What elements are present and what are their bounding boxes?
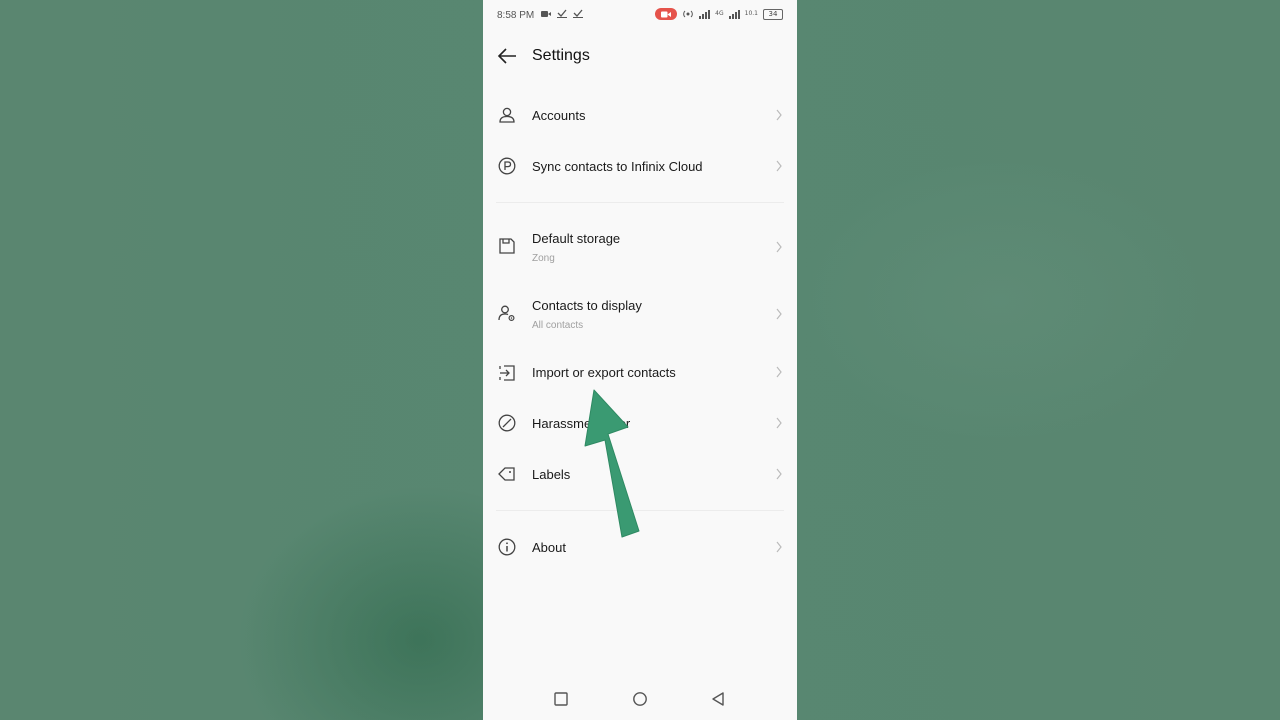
chevron-right-icon bbox=[776, 366, 782, 378]
chevron-right-icon bbox=[776, 109, 782, 121]
back-nav-button[interactable] bbox=[709, 690, 727, 708]
settings-item-label: Accounts bbox=[532, 108, 586, 123]
settings-item-sublabel: Zong bbox=[532, 253, 555, 264]
section-divider bbox=[496, 510, 784, 511]
chevron-right-icon bbox=[776, 468, 782, 480]
status-time: 8:58 PM bbox=[497, 10, 535, 21]
settings-item-import-export[interactable]: Import or export contacts bbox=[483, 355, 797, 391]
app-header: Settings bbox=[483, 36, 797, 76]
settings-item-label: Default storage bbox=[532, 231, 621, 246]
settings-item-label: Harassment filter bbox=[532, 416, 631, 431]
settings-item-contacts-display[interactable]: Contacts to display All contacts bbox=[483, 289, 797, 339]
chevron-right-icon bbox=[776, 160, 782, 172]
hotspot-icon bbox=[683, 10, 693, 18]
cloud-p-icon bbox=[498, 157, 516, 175]
signal-icon bbox=[728, 9, 740, 19]
record-icon bbox=[661, 11, 672, 17]
chevron-right-icon bbox=[776, 417, 782, 429]
phone-screen: 8:58 PM 4G 10.1 34 Settings Accounts Syn… bbox=[483, 0, 797, 720]
arrow-left-icon[interactable] bbox=[496, 46, 518, 66]
check-icon bbox=[557, 9, 567, 18]
home-button[interactable] bbox=[631, 690, 649, 708]
check-icon bbox=[573, 9, 583, 18]
page-title: Settings bbox=[532, 47, 590, 64]
camera-icon bbox=[541, 10, 551, 17]
battery-icon: 34 bbox=[763, 8, 783, 20]
system-nav-bar bbox=[483, 680, 797, 720]
network-type-label: 4G bbox=[715, 10, 724, 17]
settings-item-harassment-filter[interactable]: Harassment filter bbox=[483, 406, 797, 442]
settings-item-sublabel: All contacts bbox=[532, 320, 584, 331]
record-indicator bbox=[655, 8, 678, 20]
data-speed-label: 10.1 bbox=[744, 10, 758, 17]
settings-item-labels[interactable]: Labels bbox=[483, 457, 797, 493]
block-icon bbox=[498, 414, 516, 432]
settings-item-about[interactable]: About bbox=[483, 530, 797, 566]
settings-item-sync-cloud[interactable]: Sync contacts to Infinix Cloud bbox=[483, 149, 797, 185]
settings-item-label: Contacts to display bbox=[532, 298, 642, 313]
person-view-icon bbox=[498, 305, 515, 322]
section-divider bbox=[496, 202, 784, 203]
chevron-right-icon bbox=[776, 241, 782, 253]
tag-icon bbox=[498, 467, 515, 481]
save-icon bbox=[499, 238, 515, 254]
import-icon bbox=[499, 365, 515, 381]
status-left-icons bbox=[541, 9, 583, 18]
info-icon bbox=[498, 538, 516, 556]
settings-item-accounts[interactable]: Accounts bbox=[483, 98, 797, 134]
settings-item-label: Sync contacts to Infinix Cloud bbox=[532, 159, 703, 174]
settings-item-default-storage[interactable]: Default storage Zong bbox=[483, 222, 797, 272]
settings-item-label: Labels bbox=[532, 467, 571, 482]
status-right-icons: 4G 10.1 34 bbox=[655, 8, 783, 20]
chevron-right-icon bbox=[776, 541, 782, 553]
signal-icon bbox=[699, 9, 711, 19]
chevron-right-icon bbox=[776, 308, 782, 320]
person-icon bbox=[499, 107, 515, 123]
settings-item-label: Import or export contacts bbox=[532, 365, 676, 380]
settings-item-label: About bbox=[532, 540, 566, 555]
recent-apps-button[interactable] bbox=[552, 690, 570, 708]
status-bar: 8:58 PM 4G 10.1 34 bbox=[483, 0, 797, 32]
